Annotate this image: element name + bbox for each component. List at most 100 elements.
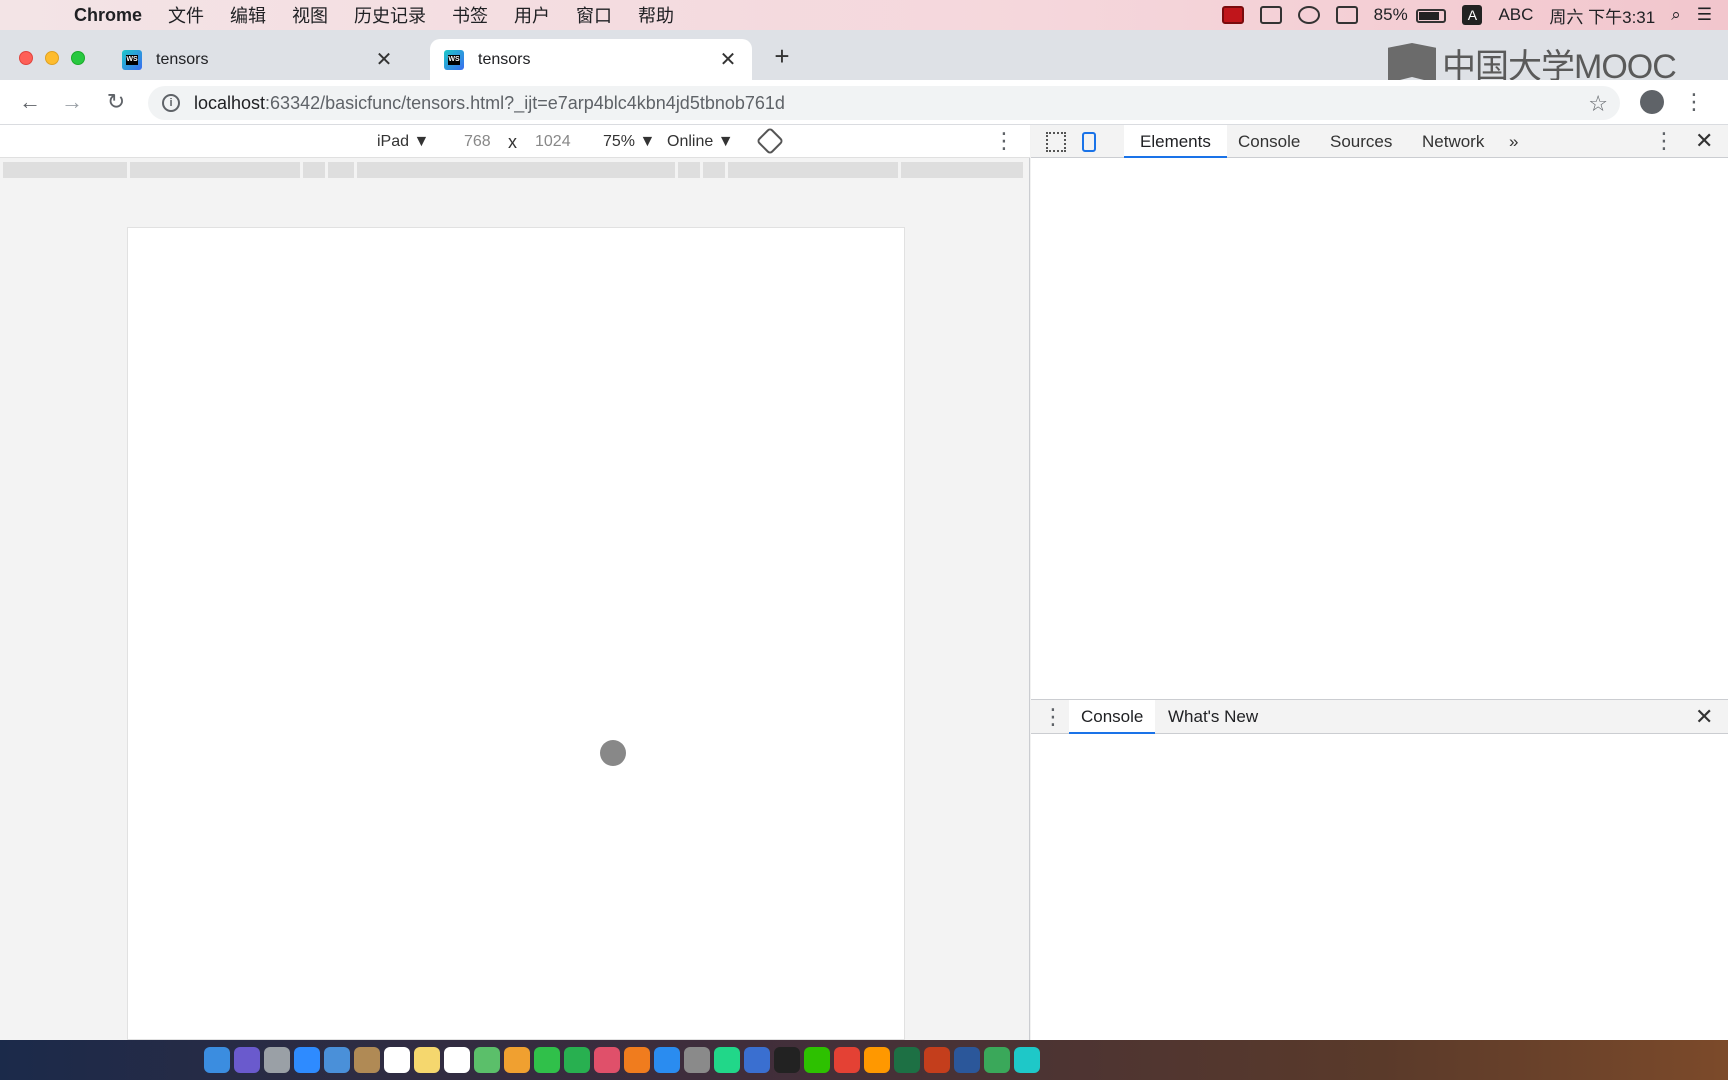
device-toolbar-menu-icon[interactable]: ⋮: [992, 129, 1016, 153]
dock-maps-icon[interactable]: [474, 1047, 500, 1073]
dock-camtasia-icon[interactable]: [984, 1047, 1010, 1073]
browser-tab[interactable]: WS tensors ✕: [108, 39, 408, 80]
dock-contacts-icon[interactable]: [354, 1047, 380, 1073]
apple-icon[interactable]: [26, 4, 52, 26]
dock-wechat-icon[interactable]: [804, 1047, 830, 1073]
tab-network[interactable]: Network: [1422, 125, 1484, 158]
menu-window[interactable]: 窗口: [576, 2, 612, 28]
info-icon[interactable]: i: [162, 94, 180, 112]
dock-chrome-icon[interactable]: [834, 1047, 860, 1073]
inspect-element-icon[interactable]: [1046, 132, 1066, 152]
dock-preview-icon[interactable]: [324, 1047, 350, 1073]
battery-status[interactable]: 85%: [1374, 5, 1447, 25]
rotate-icon[interactable]: [755, 126, 785, 156]
menu-bookmarks[interactable]: 书签: [452, 2, 488, 28]
dock-keynote-icon[interactable]: [744, 1047, 770, 1073]
account-icon[interactable]: [1640, 90, 1664, 114]
media-query-segment[interactable]: [303, 162, 325, 178]
tab-sources[interactable]: Sources: [1330, 125, 1392, 158]
network-throttle-select[interactable]: Online ▼: [667, 133, 734, 151]
window-minimize-button[interactable]: [45, 51, 59, 65]
dock-safari-icon[interactable]: [294, 1047, 320, 1073]
address-bar[interactable]: i localhost:63342/basicfunc/tensors.html…: [148, 86, 1620, 120]
media-query-segment[interactable]: [678, 162, 700, 178]
dock-photos-icon[interactable]: [504, 1047, 530, 1073]
devtools-menu-icon[interactable]: ⋮: [1652, 129, 1676, 153]
clock[interactable]: 周六 下午3:31: [1549, 3, 1655, 28]
tab-close-icon[interactable]: ✕: [718, 50, 738, 70]
mooc-logo-icon: [1388, 43, 1436, 83]
drawer-menu-icon[interactable]: ⋮: [1041, 705, 1065, 729]
tab-console[interactable]: Console: [1238, 125, 1300, 158]
reload-icon[interactable]: ↻: [104, 90, 128, 114]
menu-view[interactable]: 视图: [292, 2, 328, 28]
media-query-segment[interactable]: [3, 162, 127, 178]
window-close-button[interactable]: [19, 51, 33, 65]
dock-calendar-icon[interactable]: [384, 1047, 410, 1073]
dock-terminal-icon[interactable]: [774, 1047, 800, 1073]
drawer-tab-whats-new[interactable]: What's New: [1168, 700, 1258, 734]
menu-people[interactable]: 用户: [514, 2, 550, 28]
devtools-panel: Elements Console Sources Network » ⋮ ✕ ⋮…: [1031, 125, 1728, 1040]
elements-panel[interactable]: [1031, 158, 1728, 699]
menu-help[interactable]: 帮助: [638, 2, 674, 28]
menu-app-name[interactable]: Chrome: [74, 5, 142, 26]
dock-finder-icon[interactable]: [204, 1047, 230, 1073]
kebab-menu-icon[interactable]: ⋮: [1682, 90, 1706, 114]
device-select[interactable]: iPad ▼: [377, 133, 429, 151]
new-tab-button[interactable]: +: [770, 43, 794, 69]
dock-webstorm-icon[interactable]: [1014, 1047, 1040, 1073]
menu-file[interactable]: 文件: [168, 2, 204, 28]
dock-app-store-icon[interactable]: [654, 1047, 680, 1073]
media-query-segment[interactable]: [357, 162, 675, 178]
device-height-input[interactable]: 1024: [535, 133, 571, 151]
media-query-segment[interactable]: [328, 162, 354, 178]
device-width-input[interactable]: 768: [464, 133, 491, 151]
spotlight-search-icon[interactable]: ⌕: [1671, 5, 1681, 25]
forward-arrow-icon[interactable]: →: [60, 90, 84, 114]
menu-edit[interactable]: 编辑: [230, 2, 266, 28]
dock-launchpad-icon[interactable]: [264, 1047, 290, 1073]
device-toggle-icon[interactable]: [1082, 132, 1096, 152]
dock-reminders-icon[interactable]: [444, 1047, 470, 1073]
dock-siri-icon[interactable]: [234, 1047, 260, 1073]
dock-messages-icon[interactable]: [534, 1047, 560, 1073]
devtools-close-icon[interactable]: ✕: [1695, 130, 1713, 152]
screen-record-icon[interactable]: [1221, 6, 1244, 24]
more-tabs-icon[interactable]: »: [1509, 125, 1518, 158]
menu-history[interactable]: 历史记录: [354, 2, 426, 28]
input-method-label[interactable]: ABC: [1498, 5, 1533, 25]
star-icon[interactable]: ☆: [1588, 91, 1608, 117]
media-query-segment[interactable]: [130, 162, 300, 178]
notification-center-icon[interactable]: ☰: [1697, 5, 1712, 25]
keyboard-icon[interactable]: [1259, 6, 1282, 24]
tab-elements[interactable]: Elements: [1124, 125, 1227, 158]
cloud-sync-icon[interactable]: [1297, 6, 1320, 24]
media-query-segment[interactable]: [728, 162, 898, 178]
dock-powerpoint-icon[interactable]: [924, 1047, 950, 1073]
input-method-icon[interactable]: A: [1462, 5, 1483, 25]
drawer-tab-console[interactable]: Console: [1069, 700, 1156, 734]
media-query-segment[interactable]: [703, 162, 725, 178]
dock-word-icon[interactable]: [954, 1047, 980, 1073]
dock-itunes-icon[interactable]: [594, 1047, 620, 1073]
emulated-page[interactable]: [127, 227, 905, 1040]
dock-notes-icon[interactable]: [414, 1047, 440, 1073]
dock-excel-icon[interactable]: [894, 1047, 920, 1073]
media-query-segment[interactable]: [901, 162, 1023, 178]
browser-tab-active[interactable]: WS tensors ✕: [430, 39, 752, 80]
window-maximize-button[interactable]: [71, 51, 85, 65]
dock-pycharm-icon[interactable]: [714, 1047, 740, 1073]
media-query-bar[interactable]: [3, 162, 1027, 178]
tab-close-icon[interactable]: ✕: [374, 50, 394, 70]
back-arrow-icon[interactable]: ←: [18, 90, 42, 114]
dock-facetime-icon[interactable]: [564, 1047, 590, 1073]
airplay-icon[interactable]: [1335, 6, 1358, 24]
devtools-drawer: ⋮ Console What's New ✕: [1031, 699, 1728, 1040]
zoom-select[interactable]: 75% ▼: [603, 133, 655, 151]
drawer-close-icon[interactable]: ✕: [1695, 706, 1713, 728]
dock-ibooks-icon[interactable]: [624, 1047, 650, 1073]
console-output[interactable]: [1031, 734, 1728, 1041]
dock-system-preferences-icon[interactable]: [684, 1047, 710, 1073]
dock-sublime-icon[interactable]: [864, 1047, 890, 1073]
